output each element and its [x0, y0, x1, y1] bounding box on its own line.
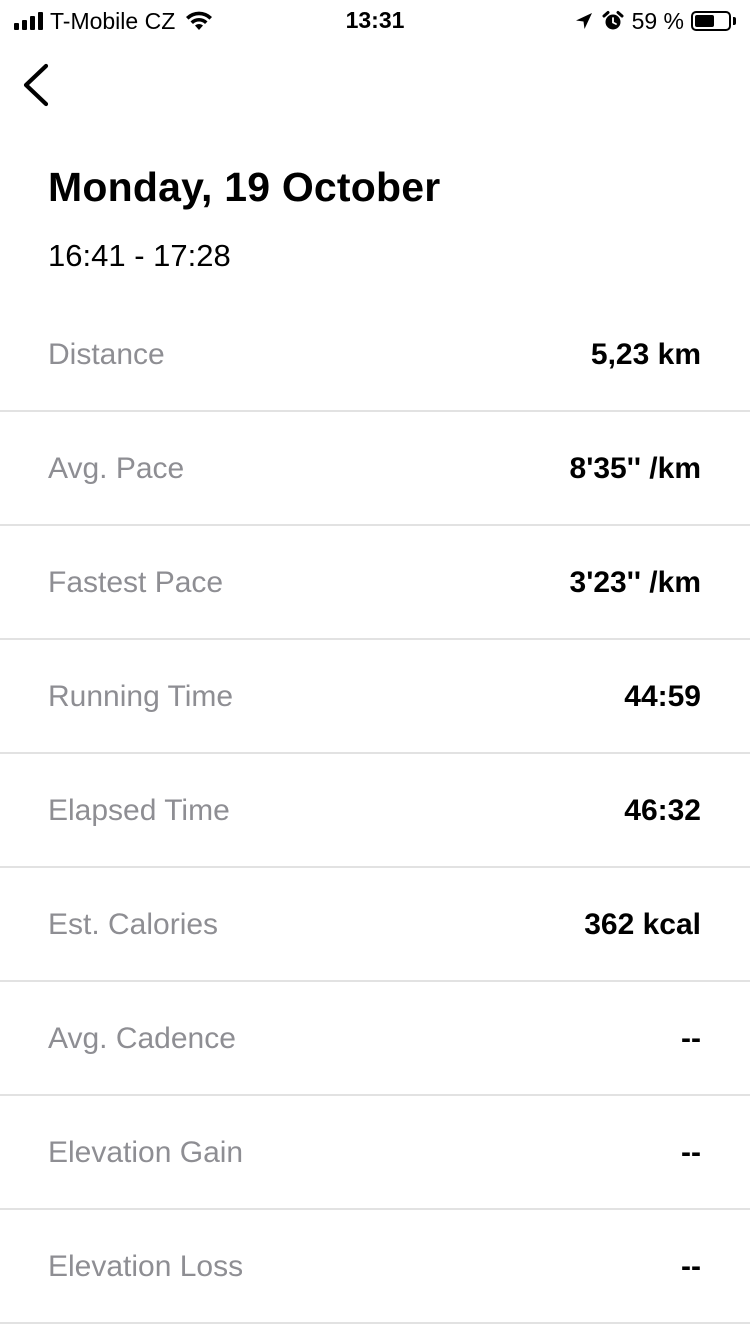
battery-icon: [691, 11, 731, 31]
activity-time-range: 16:41 - 17:28: [48, 238, 231, 273]
stat-label: Avg. Pace: [48, 452, 185, 485]
stat-row-est-calories: Est. Calories 362 kcal: [0, 868, 750, 982]
stat-label: Elevation Loss: [48, 1250, 244, 1283]
chevron-left-icon: [23, 63, 49, 107]
battery-fill: [695, 15, 714, 27]
stat-row-avg-pace: Avg. Pace 8'35'' /km: [0, 412, 750, 526]
stat-label: Fastest Pace: [48, 566, 224, 599]
stat-label: Elapsed Time: [48, 794, 230, 827]
stat-row-running-time: Running Time 44:59: [0, 640, 750, 754]
alarm-clock-icon: [602, 11, 624, 30]
stat-value: 3'23'' /km: [569, 566, 701, 599]
stat-label: Elevation Gain: [48, 1136, 244, 1169]
stat-value: --: [681, 1136, 701, 1169]
stat-value: --: [681, 1022, 701, 1055]
back-button[interactable]: [10, 56, 60, 114]
stat-value: 5,23 km: [590, 338, 701, 371]
stat-value: 46:32: [624, 794, 701, 827]
stat-value: --: [681, 1250, 701, 1283]
stat-row-elapsed-time: Elapsed Time 46:32: [0, 754, 750, 868]
stat-label: Distance: [48, 338, 165, 371]
stat-row-elevation-gain: Elevation Gain --: [0, 1096, 750, 1210]
stat-value: 44:59: [624, 680, 701, 713]
battery-percent: 59 %: [631, 7, 684, 34]
stats-list: Distance 5,23 km Avg. Pace 8'35'' /km Fa…: [0, 298, 750, 1324]
stat-row-fastest-pace: Fastest Pace 3'23'' /km: [0, 526, 750, 640]
stat-label: Avg. Cadence: [48, 1022, 236, 1055]
stat-label: Running Time: [48, 680, 234, 713]
status-bar: T-Mobile CZ 13:31 59 %: [0, 0, 750, 40]
stat-label: Est. Calories: [48, 908, 219, 941]
status-right: 59 %: [574, 8, 736, 34]
stat-value: 362 kcal: [584, 908, 701, 941]
stat-value: 8'35'' /km: [569, 452, 701, 485]
stat-row-avg-cadence: Avg. Cadence --: [0, 982, 750, 1096]
location-arrow-icon: [575, 13, 592, 29]
stat-row-elevation-loss: Elevation Loss --: [0, 1210, 750, 1324]
stat-row-distance: Distance 5,23 km: [0, 298, 750, 412]
battery-cap: [733, 17, 736, 25]
page-title: Monday, 19 October: [48, 164, 441, 210]
